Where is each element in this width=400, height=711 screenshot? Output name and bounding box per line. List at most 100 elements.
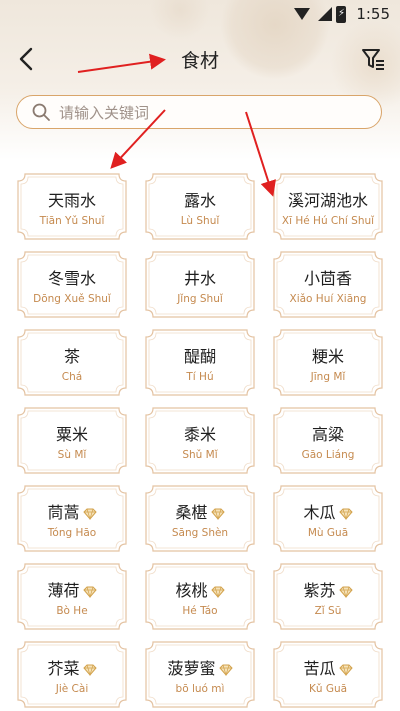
diamond-icon — [82, 508, 97, 520]
diamond-icon — [82, 664, 97, 676]
ingredient-name-text: 核桃 — [175, 581, 208, 600]
ingredient-name: 粳米 — [273, 343, 383, 367]
signal-icon — [318, 7, 332, 21]
ingredient-card[interactable]: 溪河湖池水 Xī Hé Hú Chí Shuǐ — [273, 173, 383, 240]
ingredient-card[interactable]: 核桃 Hé Táo — [145, 563, 255, 630]
ingredient-card[interactable]: 桑椹 Sāng Shèn — [145, 485, 255, 552]
ingredient-pinyin: Jīng Mǐ — [310, 371, 346, 383]
ingredient-name-text: 芥菜 — [47, 659, 80, 678]
ingredient-name-text: 薄荷 — [47, 581, 80, 600]
ingredient-card[interactable]: 芥菜 Jiè Cài — [17, 641, 127, 708]
ingredient-name-text: 桑椹 — [175, 503, 208, 522]
ingredient-pinyin: Lù Shuǐ — [180, 215, 220, 227]
status-bar: ⚡ 1:55 — [0, 0, 400, 28]
ingredient-pinyin: Kǔ Guā — [308, 683, 348, 695]
ingredient-card[interactable]: 紫苏 Zǐ Sū — [273, 563, 383, 630]
diamond-icon — [338, 508, 353, 520]
ingredient-pinyin: Sāng Shèn — [171, 527, 229, 539]
ingredient-card[interactable]: 菠萝蜜 bō luó mì — [145, 641, 255, 708]
ingredient-card[interactable]: 薄荷 Bò He — [17, 563, 127, 630]
ingredient-pinyin: Xiǎo Huí Xiāng — [289, 293, 367, 305]
ingredient-pinyin: Jǐng Shuǐ — [177, 293, 223, 305]
ingredient-name-text: 木瓜 — [303, 503, 336, 522]
battery-icon: ⚡ — [336, 6, 346, 23]
ingredient-name-text: 黍米 — [183, 425, 216, 444]
search-bar[interactable] — [16, 95, 382, 129]
search-input[interactable] — [57, 96, 371, 129]
diamond-icon — [210, 586, 225, 598]
ingredient-pinyin: bō luó mì — [175, 683, 225, 695]
ingredient-card[interactable]: 醍醐 Tí Hú — [145, 329, 255, 396]
ingredient-name: 粟米 — [17, 421, 127, 445]
ingredient-card[interactable]: 粳米 Jīng Mǐ — [273, 329, 383, 396]
ingredient-name: 木瓜 — [273, 499, 383, 523]
ingredient-name: 冬雪水 — [17, 265, 127, 289]
ingredient-card[interactable]: 井水 Jǐng Shuǐ — [145, 251, 255, 318]
ingredient-name-text: 露水 — [183, 191, 216, 210]
ingredient-pinyin: Tí Hú — [186, 371, 214, 383]
ingredient-name: 天雨水 — [17, 187, 127, 211]
ingredient-name-text: 天雨水 — [47, 191, 96, 210]
ingredient-name-text: 高粱 — [311, 425, 344, 444]
ingredient-name: 苦瓜 — [273, 655, 383, 679]
wifi-icon — [294, 8, 310, 20]
ingredient-card[interactable]: 木瓜 Mù Guā — [273, 485, 383, 552]
ingredient-card[interactable]: 苦瓜 Kǔ Guā — [273, 641, 383, 708]
status-time: 1:55 — [356, 5, 390, 23]
ingredient-pinyin: Shǔ Mǐ — [182, 449, 218, 461]
ingredient-name-text: 苦瓜 — [303, 659, 336, 678]
ingredient-name: 紫苏 — [273, 577, 383, 601]
ingredient-name-text: 小茴香 — [303, 269, 352, 288]
ingredient-name-text: 茶 — [63, 347, 80, 366]
ingredient-name-text: 冬雪水 — [47, 269, 96, 288]
ingredient-name: 茼蒿 — [17, 499, 127, 523]
ingredient-pinyin: Xī Hé Hú Chí Shuǐ — [281, 215, 375, 227]
ingredient-name-text: 井水 — [183, 269, 216, 288]
diamond-icon — [338, 664, 353, 676]
filter-icon — [362, 49, 384, 70]
ingredient-name: 菠萝蜜 — [145, 655, 255, 679]
ingredient-pinyin: Tiān Yǔ Shuǐ — [39, 215, 105, 227]
ingredient-card[interactable]: 茶 Chá — [17, 329, 127, 396]
ingredient-name: 溪河湖池水 — [273, 187, 383, 211]
diamond-icon — [210, 508, 225, 520]
ingredient-name-text: 溪河湖池水 — [287, 191, 368, 210]
diamond-icon — [82, 586, 97, 598]
ingredient-name: 醍醐 — [145, 343, 255, 367]
ingredient-pinyin: Mù Guā — [307, 527, 349, 539]
ingredient-name-text: 茼蒿 — [47, 503, 80, 522]
ingredient-pinyin: Jiè Cài — [55, 683, 89, 695]
ingredient-name: 小茴香 — [273, 265, 383, 289]
diamond-icon — [338, 586, 353, 598]
ingredient-pinyin: Zǐ Sū — [314, 605, 342, 617]
ingredient-name: 茶 — [17, 343, 127, 367]
ingredient-name: 核桃 — [145, 577, 255, 601]
ingredient-name-text: 粟米 — [55, 425, 88, 444]
ingredient-name-text: 紫苏 — [303, 581, 336, 600]
ingredient-pinyin: Bò He — [56, 605, 88, 617]
ingredient-name: 高粱 — [273, 421, 383, 445]
ingredient-grid: 天雨水 Tiān Yǔ Shuǐ 露水 Lù Shuǐ 溪河湖池水 Xī Hé … — [17, 173, 383, 708]
ingredient-card[interactable]: 露水 Lù Shuǐ — [145, 173, 255, 240]
ingredient-card[interactable]: 小茴香 Xiǎo Huí Xiāng — [273, 251, 383, 318]
ingredient-name: 薄荷 — [17, 577, 127, 601]
ingredient-name: 露水 — [145, 187, 255, 211]
ingredient-pinyin: Sù Mǐ — [57, 449, 87, 461]
ingredient-card[interactable]: 冬雪水 Dōng Xuě Shuǐ — [17, 251, 127, 318]
ingredient-card[interactable]: 茼蒿 Tóng Hāo — [17, 485, 127, 552]
ingredient-name-text: 粳米 — [311, 347, 344, 366]
search-icon — [32, 103, 50, 121]
filter-button[interactable] — [360, 46, 386, 72]
ingredient-card[interactable]: 天雨水 Tiān Yǔ Shuǐ — [17, 173, 127, 240]
ingredient-pinyin: Gāo Liáng — [301, 449, 355, 461]
ingredient-name: 井水 — [145, 265, 255, 289]
ingredient-pinyin: Hé Táo — [182, 605, 218, 617]
diamond-icon — [218, 664, 233, 676]
ingredient-name-text: 醍醐 — [183, 347, 216, 366]
ingredient-pinyin: Dōng Xuě Shuǐ — [33, 293, 111, 305]
ingredient-name: 芥菜 — [17, 655, 127, 679]
ingredient-name: 桑椹 — [145, 499, 255, 523]
ingredient-card[interactable]: 粟米 Sù Mǐ — [17, 407, 127, 474]
ingredient-card[interactable]: 黍米 Shǔ Mǐ — [145, 407, 255, 474]
ingredient-card[interactable]: 高粱 Gāo Liáng — [273, 407, 383, 474]
